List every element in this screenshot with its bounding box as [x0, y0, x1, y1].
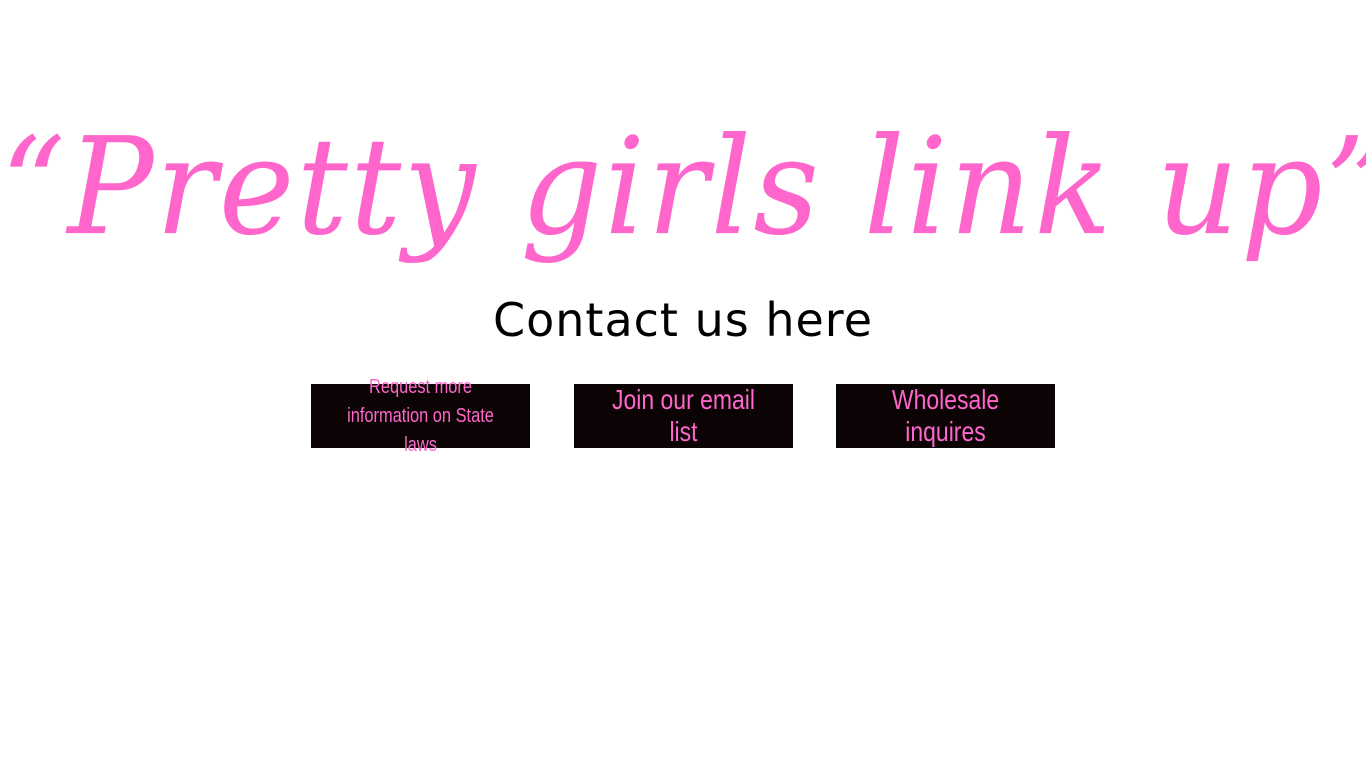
join-email-list-button[interactable]: Join our email list — [574, 384, 793, 448]
page: “Pretty girls link up” Contact us here R… — [0, 0, 1366, 768]
wholesale-inquiries-label: Wholesale inquires — [891, 384, 1000, 447]
request-state-laws-button[interactable]: Request more information on State laws — [311, 376, 530, 456]
request-state-laws-label: Request more information on State laws — [347, 375, 494, 456]
wholesale-inquiries-button[interactable]: Wholesale inquires — [836, 384, 1055, 448]
contact-heading: Contact us here — [493, 293, 873, 347]
hero-title: “Pretty girls link up” — [0, 109, 1366, 266]
join-email-list-label: Join our email list — [612, 384, 755, 447]
